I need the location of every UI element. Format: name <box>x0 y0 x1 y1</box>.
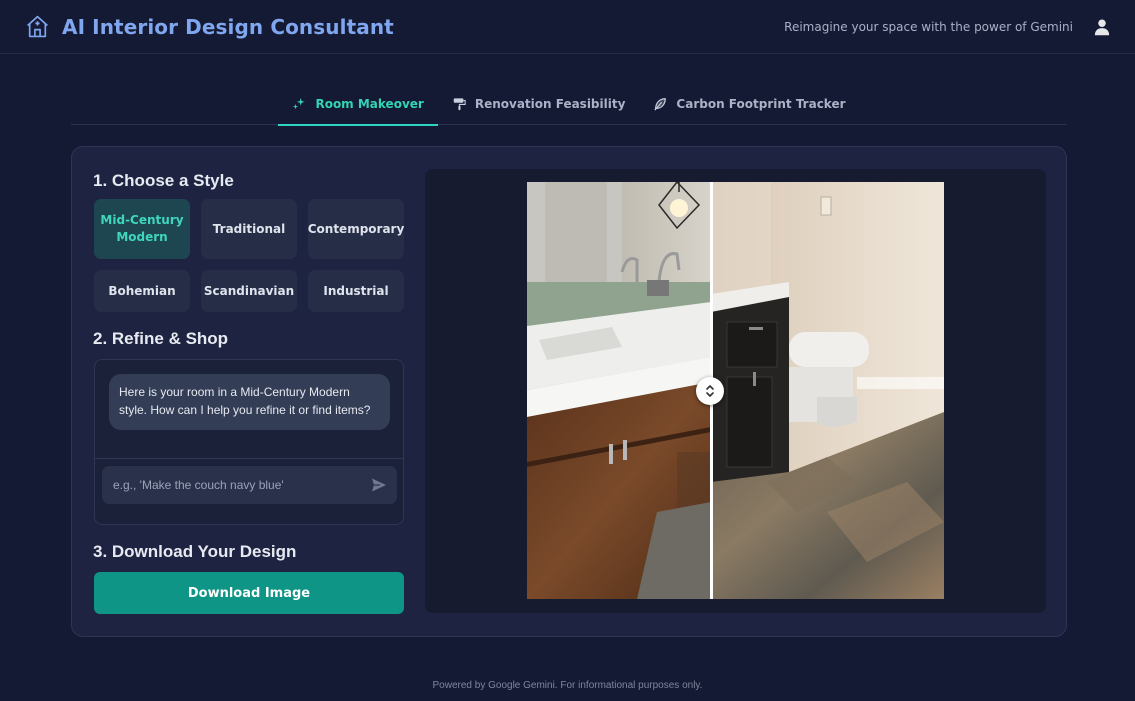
comparison-slider-handle[interactable] <box>696 377 724 405</box>
choose-style-heading: 1. Choose a Style <box>93 171 234 190</box>
style-option-traditional[interactable]: Traditional <box>201 199 297 259</box>
tab-label: Carbon Footprint Tracker <box>676 97 846 111</box>
chat-input-container <box>102 466 397 504</box>
sparkles-icon <box>293 97 306 110</box>
before-after-comparison[interactable] <box>527 182 944 599</box>
tab-renovation-feasibility[interactable]: Renovation Feasibility <box>438 83 640 125</box>
user-icon[interactable] <box>1093 18 1111 36</box>
main-panel: 1. Choose a Style Mid-Century Modern Tra… <box>71 146 1067 637</box>
tab-carbon-footprint-tracker[interactable]: Carbon Footprint Tracker <box>639 83 859 125</box>
style-option-scandinavian[interactable]: Scandinavian <box>201 270 297 312</box>
chat-input[interactable] <box>102 466 362 504</box>
style-option-contemporary[interactable]: Contemporary <box>308 199 404 259</box>
room-photo <box>527 182 944 599</box>
send-icon[interactable] <box>371 477 387 493</box>
tab-label: Room Makeover <box>315 97 424 111</box>
app-title: AI Interior Design Consultant <box>62 14 394 39</box>
download-image-button[interactable]: Download Image <box>94 572 404 614</box>
leaf-icon <box>654 98 667 111</box>
style-option-bohemian[interactable]: Bohemian <box>94 270 190 312</box>
tab-label: Renovation Feasibility <box>474 97 626 111</box>
style-option-mid-century-modern[interactable]: Mid-Century Modern <box>94 199 190 259</box>
app-header: AI Interior Design Consultant Reimagine … <box>0 0 1135 54</box>
tagline: Reimagine your space with the power of G… <box>784 19 1073 34</box>
chat-panel: Here is your room in a Mid-Century Moder… <box>94 359 404 525</box>
chevron-up-down-icon <box>706 385 714 397</box>
download-heading: 3. Download Your Design <box>93 542 297 561</box>
footer-text: Powered by Google Gemini. For informatio… <box>432 680 703 691</box>
refine-shop-heading: 2. Refine & Shop <box>93 329 229 348</box>
paint-roller-icon <box>453 98 466 111</box>
preview-panel <box>425 169 1046 613</box>
brand[interactable]: AI Interior Design Consultant <box>25 14 394 39</box>
chat-divider <box>95 458 403 459</box>
house-icon <box>27 15 48 38</box>
assistant-message: Here is your room in a Mid-Century Moder… <box>109 374 390 430</box>
tab-bar: Room Makeover Renovation Feasibility Car… <box>71 83 1067 126</box>
tab-room-makeover[interactable]: Room Makeover <box>278 83 439 126</box>
style-option-industrial[interactable]: Industrial <box>308 270 404 312</box>
